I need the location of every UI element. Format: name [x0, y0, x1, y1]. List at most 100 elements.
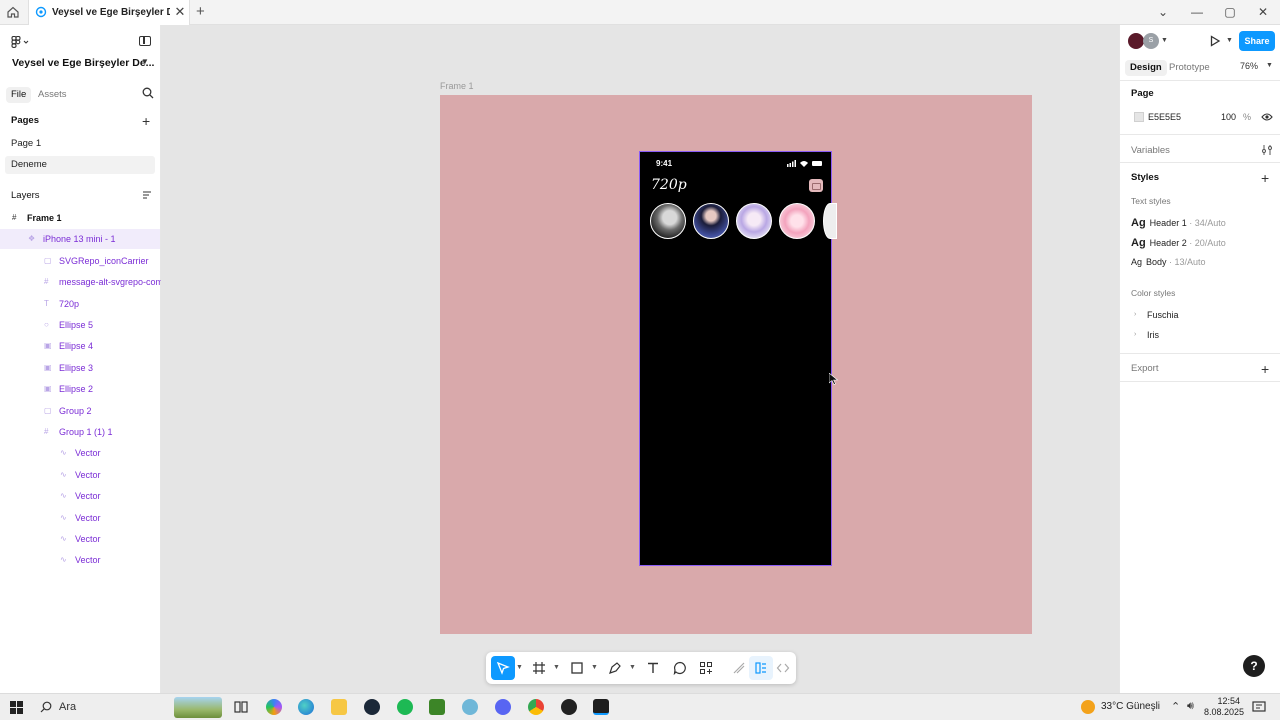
clock[interactable]: 12:54 8.08.2025: [1204, 696, 1244, 718]
layer-item[interactable]: # message-alt-svgrepo-com 1: [0, 272, 171, 292]
layer-item[interactable]: T 720p: [0, 294, 160, 314]
comment-tool-button[interactable]: [668, 656, 692, 680]
layer-item[interactable]: # Group 1 (1) 1: [0, 422, 160, 442]
eye-icon[interactable]: [1261, 112, 1273, 122]
new-tab-button[interactable]: +: [196, 3, 205, 20]
discord-icon[interactable]: [495, 699, 511, 715]
text-style-item[interactable]: Ag Body · 13/Auto: [1131, 257, 1206, 271]
file-name[interactable]: Veysel ve Ege Birşeyler De...: [12, 57, 154, 69]
text-style-item[interactable]: Ag Header 1 · 34/Auto: [1131, 217, 1226, 231]
close-window-icon[interactable]: ✕: [1253, 3, 1273, 21]
figma-icon[interactable]: [593, 699, 609, 715]
play-icon[interactable]: [1209, 35, 1221, 47]
chevron-up-icon[interactable]: ⌃: [1171, 700, 1180, 713]
volume-icon[interactable]: 🔊︎: [1187, 700, 1194, 713]
maximize-icon[interactable]: ▢: [1220, 3, 1240, 21]
draw-mode-button[interactable]: [727, 656, 751, 680]
variables-icon[interactable]: [1261, 144, 1273, 156]
weather-text[interactable]: 33°C Güneşli: [1101, 701, 1160, 712]
sidebar-toggle-icon[interactable]: [139, 36, 151, 46]
layer-item[interactable]: ▣ Ellipse 3: [0, 358, 160, 378]
shape-tool-button[interactable]: [565, 656, 589, 680]
layer-item[interactable]: ∿ Vector: [0, 486, 160, 506]
layer-item[interactable]: ▣ Ellipse 4: [0, 336, 160, 356]
search-icon[interactable]: [40, 701, 52, 713]
minecraft-icon[interactable]: [429, 699, 445, 715]
tab-design[interactable]: Design: [1125, 60, 1167, 76]
iphone-frame[interactable]: 9:41 720p: [639, 151, 837, 566]
chevron-down-icon[interactable]: ▼: [141, 57, 149, 66]
chevron-right-icon[interactable]: ›: [1134, 311, 1136, 318]
chevron-down-icon[interactable]: ▼: [629, 664, 636, 671]
steam-icon[interactable]: [364, 699, 380, 715]
app-icon[interactable]: [561, 699, 577, 715]
canvas[interactable]: Frame 1 9:41 720p ▼ ▼ ▼ ▼: [161, 25, 1119, 693]
spotify-icon[interactable]: [397, 699, 413, 715]
task-view-icon[interactable]: [233, 699, 249, 715]
actions-tool-button[interactable]: [694, 656, 718, 680]
help-button[interactable]: ?: [1243, 655, 1265, 677]
browser-tab[interactable]: Veysel ve Ege Birşeyler Deniyor. ✕: [28, 0, 190, 25]
chevron-down-icon[interactable]: ▼: [553, 664, 560, 671]
frame-1[interactable]: 9:41 720p: [440, 95, 1032, 634]
text-tool-button[interactable]: [641, 656, 665, 680]
chevron-down-icon[interactable]: ▼: [591, 664, 598, 671]
chevron-down-icon[interactable]: ▼: [516, 664, 523, 671]
frame-tool-button[interactable]: [527, 656, 551, 680]
tab-assets[interactable]: Assets: [33, 87, 72, 103]
frame-label[interactable]: Frame 1: [440, 81, 474, 91]
layer-item[interactable]: ∿ Vector: [0, 443, 160, 463]
layer-item[interactable]: ∿ Vector: [0, 550, 160, 570]
home-icon[interactable]: [6, 5, 20, 19]
layer-item[interactable]: ▣ Ellipse 2: [0, 379, 160, 399]
minimize-icon[interactable]: —: [1187, 3, 1207, 21]
layer-item[interactable]: ○ Ellipse 5: [0, 315, 160, 335]
page-item[interactable]: Page 1: [5, 135, 155, 153]
page-opacity[interactable]: 100: [1221, 112, 1236, 122]
color-style-group[interactable]: Iris: [1147, 330, 1159, 340]
tab-file[interactable]: File: [6, 87, 32, 103]
text-style-item[interactable]: Ag Header 2 · 20/Auto: [1131, 237, 1226, 251]
layer-item[interactable]: # Frame 1: [0, 208, 160, 228]
tab-prototype[interactable]: Prototype: [1164, 60, 1215, 76]
notification-icon[interactable]: [1252, 700, 1266, 714]
pen-tool-button[interactable]: [603, 656, 627, 680]
chevron-down-icon[interactable]: ▼: [1161, 37, 1168, 44]
add-style-icon[interactable]: +: [1261, 171, 1269, 185]
copilot-icon[interactable]: [266, 699, 282, 715]
layer-item[interactable]: ∿ Vector: [0, 508, 160, 528]
layer-item[interactable]: ▢ Group 2: [0, 401, 160, 421]
edge-icon[interactable]: [298, 699, 314, 715]
chevron-down-icon[interactable]: ▼: [1226, 37, 1233, 44]
windows-start-icon[interactable]: [10, 701, 23, 714]
chevron-down-icon[interactable]: ⌄: [1153, 3, 1173, 21]
close-tab-icon[interactable]: ✕: [174, 5, 186, 19]
chrome-icon[interactable]: [528, 699, 544, 715]
share-button[interactable]: Share: [1239, 31, 1275, 51]
layer-item[interactable]: ❖ iPhone 13 mini - 1: [0, 229, 160, 250]
page-item[interactable]: Deneme: [5, 156, 155, 174]
move-tool-button[interactable]: [491, 656, 515, 680]
avatar[interactable]: S: [1143, 33, 1159, 49]
page-color-hex[interactable]: E5E5E5: [1148, 112, 1181, 122]
taskbar-search[interactable]: Ara: [59, 701, 76, 713]
zoom-level[interactable]: 76%: [1240, 61, 1258, 71]
layer-item[interactable]: ∿ Vector: [0, 529, 160, 549]
add-export-icon[interactable]: +: [1261, 362, 1269, 376]
layer-item[interactable]: ∿ Vector: [0, 465, 160, 485]
app-icon[interactable]: [462, 699, 478, 715]
layer-sort-icon[interactable]: [142, 190, 152, 200]
figma-menu-icon[interactable]: [11, 36, 33, 48]
color-style-group[interactable]: Fuschia: [1147, 310, 1179, 320]
chevron-down-icon[interactable]: ▼: [1266, 62, 1273, 69]
layer-item[interactable]: ▢ SVGRepo_iconCarrier: [0, 251, 160, 271]
avatar[interactable]: [1128, 33, 1144, 49]
design-mode-button[interactable]: [749, 656, 773, 680]
dev-mode-button[interactable]: [771, 656, 795, 680]
search-icon[interactable]: [142, 87, 154, 99]
chevron-right-icon[interactable]: ›: [1134, 331, 1136, 338]
add-page-icon[interactable]: +: [142, 114, 150, 128]
file-explorer-icon[interactable]: [331, 699, 347, 715]
search-highlight-icon[interactable]: [174, 697, 222, 718]
page-color-swatch[interactable]: [1134, 112, 1144, 122]
